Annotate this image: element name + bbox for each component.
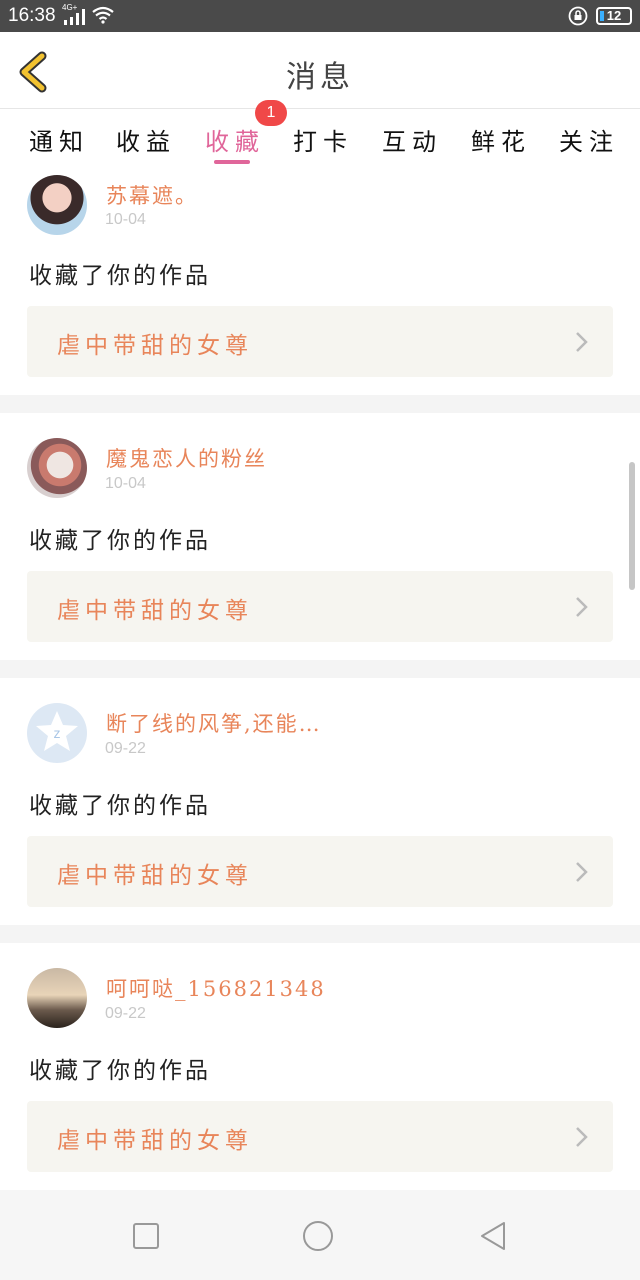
work-link[interactable]: 虐中带甜的女尊 [27, 836, 613, 907]
avatar[interactable] [27, 175, 87, 235]
user-name[interactable]: 断了线的风筝,还能… [106, 708, 322, 738]
message-card: 苏幕遮。 10-04 收藏了你的作品 虐中带甜的女尊 [0, 166, 640, 395]
rotation-lock-icon [568, 6, 588, 26]
work-link[interactable]: 虐中带甜的女尊 [27, 306, 613, 377]
system-nav-bar [0, 1190, 640, 1280]
header: 消息 [0, 32, 640, 109]
action-text: 收藏了你的作品 [29, 528, 211, 554]
tab-favorites[interactable]: 收藏 [205, 122, 265, 157]
message-card: 呵呵哒_156821348 09-22 收藏了你的作品 虐中带甜的女尊 [0, 943, 640, 1190]
tab-notifications[interactable]: 通知 [29, 122, 89, 157]
status-time: 16:38 [8, 5, 56, 26]
scrollbar[interactable] [629, 462, 635, 590]
triangle-back-nav-icon[interactable] [478, 1220, 510, 1252]
work-title: 虐中带甜的女尊 [57, 1128, 253, 1154]
avatar[interactable]: z [27, 703, 87, 763]
action-text: 收藏了你的作品 [29, 1058, 211, 1084]
action-text: 收藏了你的作品 [29, 793, 211, 819]
wifi-icon [92, 6, 114, 24]
tab-bar: 通知 收益 收藏 打卡 互动 鲜花 关注 [0, 110, 640, 166]
message-date: 09-22 [105, 1005, 146, 1022]
work-title: 虐中带甜的女尊 [57, 333, 253, 359]
chevron-right-icon [576, 1127, 588, 1147]
chevron-right-icon [576, 597, 588, 617]
message-card: z 断了线的风筝,还能… 09-22 收藏了你的作品 虐中带甜的女尊 [0, 678, 640, 925]
message-date: 10-04 [105, 211, 146, 228]
battery-indicator: 12 [596, 7, 632, 25]
avatar[interactable] [27, 968, 87, 1028]
message-card: 魔鬼恋人的粉丝 10-04 收藏了你的作品 虐中带甜的女尊 [0, 413, 640, 660]
divider [0, 660, 640, 678]
tab-flowers[interactable]: 鲜花 [471, 122, 531, 157]
user-name[interactable]: 呵呵哒_156821348 [106, 973, 326, 1003]
tab-checkin[interactable]: 打卡 [293, 122, 353, 157]
work-link[interactable]: 虐中带甜的女尊 [27, 571, 613, 642]
action-text: 收藏了你的作品 [29, 263, 211, 289]
status-bar: 16:38 4G+ 12 [0, 0, 640, 32]
page-title: 消息 [286, 60, 354, 95]
message-date: 10-04 [105, 475, 146, 492]
favorites-badge: 1 [255, 100, 287, 126]
divider [0, 395, 640, 413]
tab-earnings[interactable]: 收益 [116, 122, 176, 157]
chevron-right-icon [576, 332, 588, 352]
circle-nav-icon[interactable] [302, 1220, 334, 1252]
svg-text:z: z [54, 725, 61, 741]
divider [0, 925, 640, 943]
user-name[interactable]: 魔鬼恋人的粉丝 [106, 443, 267, 473]
work-title: 虐中带甜的女尊 [57, 863, 253, 889]
avatar[interactable] [27, 438, 87, 498]
work-title: 虐中带甜的女尊 [57, 598, 253, 624]
message-date: 09-22 [105, 740, 146, 757]
signal-icon [64, 9, 85, 25]
work-link[interactable]: 虐中带甜的女尊 [27, 1101, 613, 1172]
tab-interaction[interactable]: 互动 [382, 122, 442, 157]
default-avatar-icon: z [36, 711, 78, 751]
user-name[interactable]: 苏幕遮。 [106, 180, 198, 210]
square-nav-icon[interactable] [130, 1220, 162, 1252]
active-tab-indicator [214, 160, 250, 164]
tab-follow[interactable]: 关注 [559, 122, 619, 157]
chevron-right-icon [576, 862, 588, 882]
